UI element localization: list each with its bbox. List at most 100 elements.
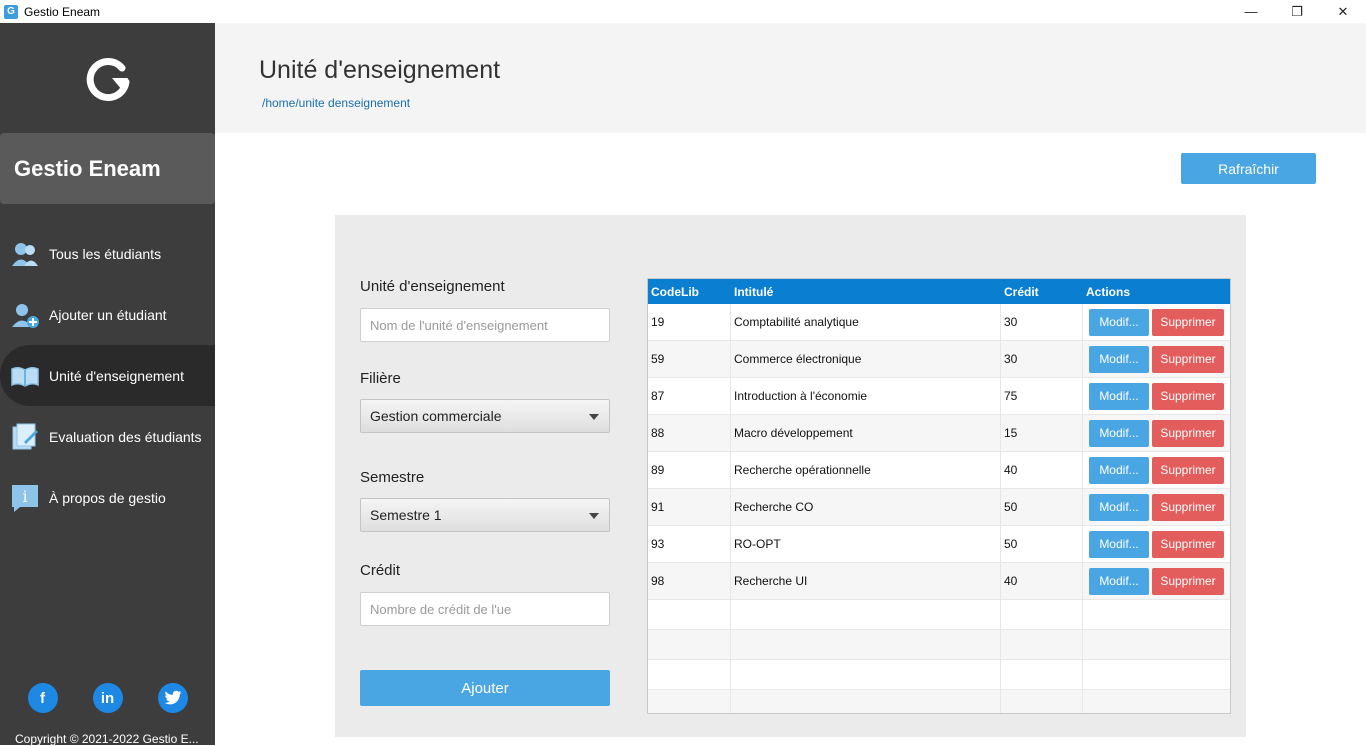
cell-intitule: Recherche UI (731, 563, 1001, 599)
cell-codelib: 88 (648, 415, 731, 451)
page-title: Unité d'enseignement (259, 56, 501, 84)
cell-intitule: Comptabilité analytique (731, 304, 1001, 340)
linkedin-icon[interactable]: in (92, 683, 123, 713)
delete-button[interactable]: Supprimer (1152, 530, 1224, 558)
delete-button[interactable]: Supprimer (1152, 308, 1224, 336)
edit-button[interactable]: Modif... (1089, 493, 1149, 521)
logo (0, 23, 215, 133)
cell-credit: 50 (1001, 526, 1083, 562)
app-logo-icon (86, 58, 129, 101)
cell-intitule: Commerce électronique (731, 341, 1001, 377)
sidebar-item-add-student[interactable]: Ajouter un étudiant (0, 284, 215, 345)
edit-button[interactable]: Modif... (1089, 456, 1149, 484)
cell-actions: Modif... Supprimer (1083, 304, 1230, 340)
table-row[interactable]: 19 Comptabilité analytique 30 Modif... Suppr… (648, 304, 1230, 341)
filiere-value: Gestion commerciale (370, 408, 502, 424)
cell-intitule: Recherche opérationnelle (731, 452, 1001, 488)
edit-button[interactable]: Modif... (1089, 567, 1149, 595)
ue-label: Unité d'enseignement (360, 278, 505, 295)
sidebar-item-about[interactable]: i À propos de gestio (0, 467, 215, 528)
ue-panel: Unité d'enseignement Nom de l'unité d'en… (335, 215, 1246, 737)
delete-button[interactable]: Supprimer (1152, 567, 1224, 595)
sidebar-item-students[interactable]: Tous les étudiants (0, 223, 215, 284)
cell-codelib: 87 (648, 378, 731, 414)
cell-intitule: Recherche CO (731, 489, 1001, 525)
cell-credit: 15 (1001, 415, 1083, 451)
sidebar-nav: Tous les étudiants Ajouter un étudiant U… (0, 223, 215, 528)
cell-intitule: Macro développement (731, 415, 1001, 451)
semestre-select[interactable]: Semestre 1 (360, 498, 610, 532)
empty-table-row (648, 660, 1230, 690)
filiere-select[interactable]: Gestion commerciale (360, 399, 610, 433)
filiere-label: Filière (360, 370, 401, 387)
table-row[interactable]: 93 RO-OPT 50 Modif... Supprimer (648, 526, 1230, 563)
sidebar-item-label: Ajouter un étudiant (49, 306, 167, 323)
add-button[interactable]: Ajouter (360, 670, 610, 706)
table-row[interactable]: 98 Recherche UI 40 Modif... Supprimer (648, 563, 1230, 600)
cell-actions: Modif... Supprimer (1083, 526, 1230, 562)
ue-name-input[interactable]: Nom de l'unité d'enseignement (360, 308, 610, 342)
table-row[interactable]: 91 Recherche CO 50 Modif... Supprimer (648, 489, 1230, 526)
minimize-button[interactable]: — (1228, 0, 1274, 23)
edit-button[interactable]: Modif... (1089, 345, 1149, 373)
breadcrumb[interactable]: /home/unite denseignement (262, 96, 410, 110)
sidebar: Gestio Eneam Tous les étudiants Ajouter … (0, 23, 215, 746)
window-title: Gestio Eneam (24, 4, 101, 19)
edit-button[interactable]: Modif... (1089, 530, 1149, 558)
header-codelib[interactable]: CodeLib (648, 279, 731, 304)
book-icon (10, 361, 40, 391)
cell-intitule: RO-OPT (731, 526, 1001, 562)
empty-table-row (648, 600, 1230, 630)
header-intitule[interactable]: Intitulé (731, 279, 1001, 304)
delete-button[interactable]: Supprimer (1152, 382, 1224, 410)
close-button[interactable]: ✕ (1320, 0, 1366, 23)
credit-label: Crédit (360, 562, 401, 579)
edit-button[interactable]: Modif... (1089, 308, 1149, 336)
ue-table: CodeLib Intitulé Crédit Actions 19 Compta… (647, 278, 1231, 714)
delete-button[interactable]: Supprimer (1152, 493, 1224, 521)
facebook-icon[interactable]: f (27, 683, 58, 713)
add-student-icon (10, 300, 40, 330)
edit-button[interactable]: Modif... (1089, 382, 1149, 410)
table-row[interactable]: 87 Introduction à l'économie 75 Modif... Sup… (648, 378, 1230, 415)
cell-actions: Modif... Supprimer (1083, 415, 1230, 451)
table-body: 19 Comptabilité analytique 30 Modif... Suppr… (648, 304, 1230, 713)
sidebar-item-evaluation[interactable]: Evaluation des étudiants (0, 406, 215, 467)
twitter-icon[interactable] (157, 683, 188, 713)
credit-input[interactable]: Nombre de crédit de l'ue (360, 592, 610, 626)
delete-button[interactable]: Supprimer (1152, 345, 1224, 373)
header-actions[interactable]: Actions (1083, 279, 1230, 304)
sidebar-item-label: Unité d'enseignement (49, 367, 184, 384)
cell-codelib: 19 (648, 304, 731, 340)
cell-codelib: 59 (648, 341, 731, 377)
refresh-button[interactable]: Rafraîchir (1181, 153, 1316, 184)
cell-credit: 50 (1001, 489, 1083, 525)
sidebar-item-label: Evaluation des étudiants (49, 428, 202, 445)
cell-actions: Modif... Supprimer (1083, 452, 1230, 488)
restore-button[interactable]: ❐ (1274, 0, 1320, 23)
cell-credit: 30 (1001, 341, 1083, 377)
edit-button[interactable]: Modif... (1089, 419, 1149, 447)
window-controls: — ❐ ✕ (1228, 0, 1366, 23)
delete-button[interactable]: Supprimer (1152, 456, 1224, 484)
delete-button[interactable]: Supprimer (1152, 419, 1224, 447)
sidebar-item-unite-enseignement[interactable]: Unité d'enseignement (0, 345, 215, 406)
cell-actions: Modif... Supprimer (1083, 341, 1230, 377)
table-row[interactable]: 88 Macro développement 15 Modif... Supprimer (648, 415, 1230, 452)
cell-intitule: Introduction à l'économie (731, 378, 1001, 414)
info-icon: i (10, 483, 40, 513)
cell-codelib: 93 (648, 526, 731, 562)
header-credit[interactable]: Crédit (1001, 279, 1083, 304)
empty-table-row (648, 690, 1230, 713)
evaluation-icon (10, 422, 40, 452)
chevron-down-icon (589, 414, 599, 420)
table-row[interactable]: 59 Commerce électronique 30 Modif... Supprim… (648, 341, 1230, 378)
page-header: Unité d'enseignement /home/unite denseig… (215, 23, 1366, 133)
cell-codelib: 98 (648, 563, 731, 599)
sidebar-item-label: À propos de gestio (49, 489, 166, 506)
table-row[interactable]: 89 Recherche opérationnelle 40 Modif... Supp… (648, 452, 1230, 489)
semestre-label: Semestre (360, 469, 425, 486)
semestre-value: Semestre 1 (370, 507, 442, 523)
chevron-down-icon (589, 513, 599, 519)
cell-actions: Modif... Supprimer (1083, 489, 1230, 525)
